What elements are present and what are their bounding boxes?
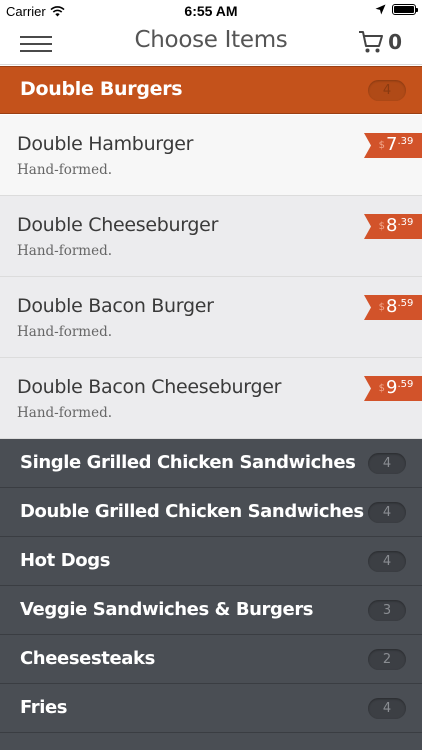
- price-tag: $ 8 .59: [364, 295, 422, 320]
- price-whole: 7: [386, 134, 398, 155]
- price-cents: .59: [397, 379, 414, 390]
- category-label: Double Burgers: [20, 78, 183, 100]
- status-time: 6:55 AM: [184, 3, 238, 19]
- price-whole: 8: [386, 296, 398, 317]
- category-label: Single Grilled Chicken Sandwiches: [20, 452, 356, 473]
- category-label: Double Grilled Chicken Sandwiches: [20, 501, 364, 522]
- category-label: Fries: [20, 697, 68, 718]
- category-count-badge: 4: [368, 453, 406, 474]
- category-label: Veggie Sandwiches & Burgers: [20, 599, 314, 620]
- item-description: Hand-formed.: [17, 405, 113, 421]
- price-currency: $: [378, 221, 385, 232]
- category-label: Cheesesteaks: [20, 648, 155, 669]
- price-cents: .39: [397, 217, 414, 228]
- category-count-badge: 4: [368, 551, 406, 572]
- price-tag: $ 9 .59: [364, 376, 422, 401]
- battery-icon: [392, 4, 418, 15]
- category-header-double-burgers[interactable]: Double Burgers 4: [0, 66, 422, 114]
- cart-count: 0: [388, 30, 402, 54]
- category-row[interactable]: Single Grilled Chicken Sandwiches 4: [0, 439, 422, 488]
- category-list: Single Grilled Chicken Sandwiches 4 Doub…: [0, 439, 422, 750]
- status-right: [375, 4, 418, 15]
- item-name: Double Hamburger: [17, 133, 194, 155]
- item-description: Hand-formed.: [17, 162, 113, 178]
- price-cents: .59: [397, 298, 414, 309]
- category-count-badge: 2: [368, 649, 406, 670]
- category-count-badge: 4: [368, 698, 406, 719]
- nav-bar: Choose Items 0: [0, 22, 422, 65]
- menu-item[interactable]: Double Hamburger Hand-formed. $ 7 .39: [0, 115, 422, 196]
- price-currency: $: [378, 140, 385, 151]
- item-description: Hand-formed.: [17, 243, 113, 259]
- category-row[interactable]: Hot Dogs 4: [0, 537, 422, 586]
- price-whole: 9: [386, 377, 398, 398]
- category-count-badge: 4: [368, 502, 406, 523]
- item-name: Double Bacon Burger: [17, 295, 214, 317]
- category-count-badge: 3: [368, 600, 406, 621]
- category-row[interactable]: Veggie Sandwiches & Burgers 3: [0, 586, 422, 635]
- status-bar: Carrier 6:55 AM: [0, 0, 422, 22]
- cart-icon: [359, 31, 384, 53]
- category-row[interactable]: Fries 4: [0, 684, 422, 733]
- price-currency: $: [378, 302, 385, 313]
- category-label: Hot Dogs: [20, 550, 111, 571]
- category-count-badge: 4: [368, 80, 406, 101]
- category-row[interactable]: Cheesesteaks 2: [0, 635, 422, 684]
- item-name: Double Bacon Cheeseburger: [17, 376, 282, 398]
- location-arrow-icon: [375, 4, 386, 15]
- item-name: Double Cheeseburger: [17, 214, 219, 236]
- price-currency: $: [378, 383, 385, 394]
- menu-item[interactable]: Double Bacon Burger Hand-formed. $ 8 .59: [0, 277, 422, 358]
- menu-item[interactable]: Double Cheeseburger Hand-formed. $ 8 .39: [0, 196, 422, 277]
- item-description: Hand-formed.: [17, 324, 113, 340]
- category-row[interactable]: Double Grilled Chicken Sandwiches 4: [0, 488, 422, 537]
- price-tag: $ 8 .39: [364, 214, 422, 239]
- menu-item-list: Double Hamburger Hand-formed. $ 7 .39 Do…: [0, 115, 422, 439]
- price-tag: $ 7 .39: [364, 133, 422, 158]
- price-whole: 8: [386, 215, 398, 236]
- cart-button[interactable]: 0: [358, 30, 402, 54]
- price-cents: .39: [397, 136, 414, 147]
- menu-item[interactable]: Double Bacon Cheeseburger Hand-formed. $…: [0, 358, 422, 439]
